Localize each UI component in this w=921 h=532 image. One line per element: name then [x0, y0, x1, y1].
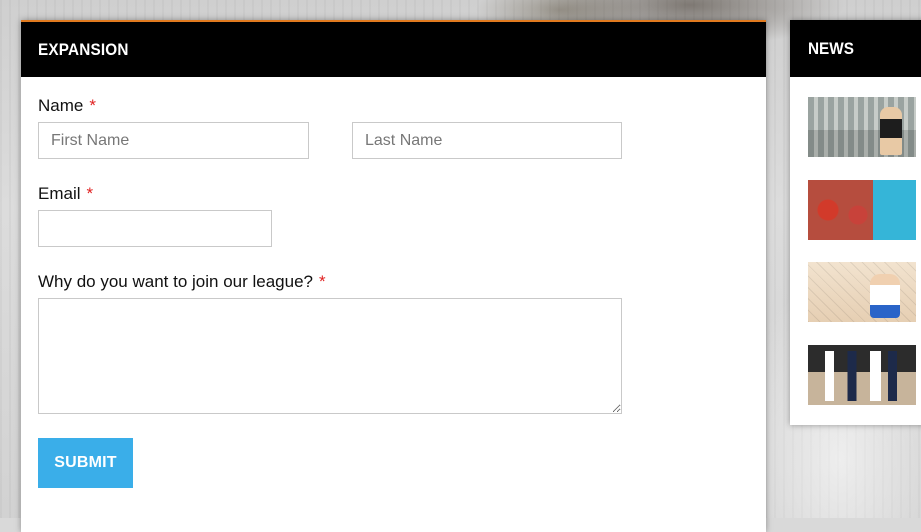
required-asterisk: * — [89, 96, 96, 115]
first-name-input[interactable] — [38, 122, 309, 159]
email-label-text: Email — [38, 184, 81, 203]
expansion-form-panel: EXPANSION Name * Email * Why do you want t… — [21, 20, 766, 532]
required-asterisk: * — [86, 184, 94, 203]
email-label: Email * — [38, 184, 93, 204]
email-input[interactable] — [38, 210, 272, 247]
submit-button[interactable]: SUBMIT — [38, 438, 133, 488]
required-asterisk: * — [319, 272, 326, 291]
news-header: NEWS — [790, 20, 921, 77]
reason-textarea[interactable] — [38, 298, 622, 414]
news-panel: NEWS — [790, 20, 921, 425]
news-thumbnail-3[interactable] — [808, 262, 916, 322]
last-name-input[interactable] — [352, 122, 622, 159]
panel-header: EXPANSION — [21, 22, 766, 77]
name-label-text: Name — [38, 96, 84, 115]
reason-label-text: Why do you want to join our league? — [38, 272, 314, 291]
name-label: Name * — [38, 96, 96, 116]
reason-label: Why do you want to join our league? * — [38, 272, 326, 292]
news-thumbnail-1[interactable] — [808, 97, 916, 157]
news-thumbnail-4[interactable] — [808, 345, 916, 405]
news-title: NEWS — [808, 38, 854, 58]
news-thumbnail-2[interactable] — [808, 180, 916, 240]
panel-title: EXPANSION — [38, 39, 129, 59]
